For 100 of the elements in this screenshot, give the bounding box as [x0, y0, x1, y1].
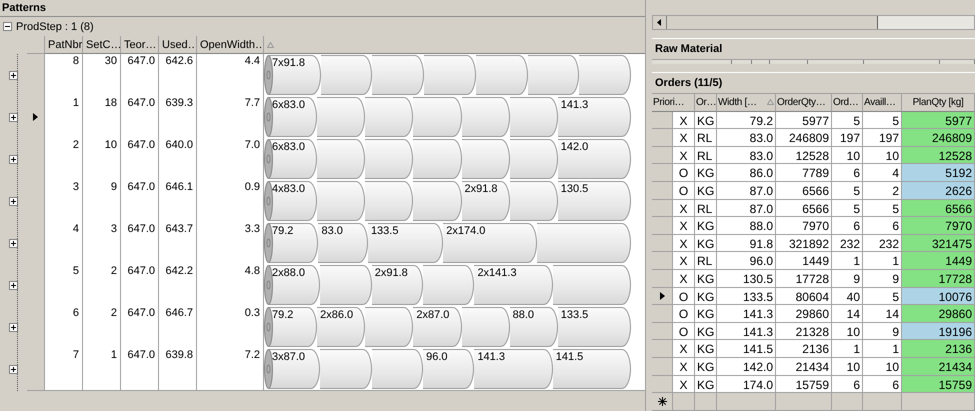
table-cell: X [673, 376, 695, 394]
table-cell: 7.7 [197, 96, 264, 139]
table-cell: O [673, 182, 695, 200]
column-header[interactable]: Availl… [863, 94, 902, 112]
table-cell: 83.0 [717, 146, 776, 164]
table-cell: 86.0 [717, 164, 776, 182]
table-cell: 5 [863, 200, 902, 218]
table-cell: 5 [45, 264, 83, 307]
table-cell: 4 [45, 222, 83, 265]
column-header[interactable]: Or… [695, 94, 717, 112]
roll-core-icon [264, 139, 273, 179]
table-cell: 10 [863, 146, 902, 164]
table-cell: KG [695, 358, 717, 376]
expand-icon[interactable] [9, 71, 18, 80]
table-cell: 10 [832, 322, 863, 340]
table-cell: 647.0 [121, 306, 159, 349]
expand-icon[interactable] [9, 197, 18, 206]
expand-icon[interactable] [9, 239, 18, 248]
table-cell: O [673, 164, 695, 182]
table-cell: 30 [83, 54, 121, 97]
table-cell: 647.0 [121, 96, 159, 139]
expand-icon[interactable] [9, 155, 18, 164]
table-cell: O [673, 322, 695, 340]
table-cell: 15759 [902, 376, 975, 394]
column-header[interactable]: OrderQty… [776, 94, 832, 112]
row-header[interactable] [652, 288, 673, 306]
table-cell: KG [695, 340, 717, 358]
column-header[interactable]: Ord… [832, 94, 863, 112]
table-cell: 5 [863, 112, 902, 130]
table-cell: X [673, 217, 695, 235]
column-header[interactable]: PatNbr [45, 36, 83, 54]
expand-icon[interactable] [9, 281, 18, 290]
table-cell: 87.0 [717, 182, 776, 200]
table-cell: 21434 [902, 358, 975, 376]
section-title: Orders (11/5) [652, 72, 975, 94]
table-cell: 3 [45, 180, 83, 223]
column-header[interactable]: OpenWidth… [197, 36, 264, 54]
table-cell: 5 [863, 288, 902, 306]
paper-roll: 79.2 [269, 223, 318, 263]
new-row-cell[interactable] [695, 393, 717, 411]
table-cell: 647.0 [121, 222, 159, 265]
group-label: ProdStep : 1 (8) [16, 20, 94, 32]
table-cell: 10 [832, 358, 863, 376]
table-cell: 6 [832, 217, 863, 235]
table-cell: 6566 [776, 182, 832, 200]
table-cell: 2136 [902, 340, 975, 358]
table-cell: KG [695, 164, 717, 182]
table-cell: O [673, 305, 695, 323]
table-cell: X [673, 129, 695, 147]
paper-roll: 2x87.0 [413, 307, 462, 347]
paper-roll: 141.3 [558, 97, 631, 137]
paper-roll: 141.3 [474, 349, 553, 389]
table-cell: 21328 [776, 322, 832, 340]
table-cell: 6 [45, 306, 83, 349]
table-cell: 12528 [776, 146, 832, 164]
column-header[interactable]: Priori… [652, 94, 695, 112]
table-cell: 2 [863, 182, 902, 200]
roll-core-icon [264, 55, 273, 95]
horizontal-scrollbar[interactable] [652, 15, 975, 30]
expand-icon[interactable] [9, 365, 18, 374]
table-cell: 643.7 [159, 222, 197, 265]
table-cell: X [673, 270, 695, 288]
new-row-cell[interactable] [717, 393, 776, 411]
table-cell: KG [695, 270, 717, 288]
column-header[interactable]: Width [… [717, 94, 776, 112]
column-header[interactable]: Used… [159, 36, 197, 54]
panel-title: Patterns [0, 0, 645, 17]
table-cell: 2 [83, 306, 121, 349]
table-cell: 9 [863, 322, 902, 340]
new-row-cell[interactable] [776, 393, 832, 411]
table-cell: 80604 [776, 288, 832, 306]
paper-roll: 2x141.3 [474, 265, 553, 305]
scroll-thumb[interactable] [667, 16, 878, 29]
table-cell: O [673, 288, 695, 306]
table-cell: 88.0 [717, 217, 776, 235]
table-cell: 4.8 [197, 264, 264, 307]
table-cell: 7.0 [197, 138, 264, 181]
column-header[interactable]: SetC… [83, 36, 121, 54]
table-cell: 321475 [902, 234, 975, 252]
scroll-left-icon[interactable] [653, 16, 667, 29]
new-row-cell[interactable] [832, 393, 863, 411]
table-cell: 639.3 [159, 96, 197, 139]
table-cell: 197 [832, 129, 863, 147]
new-row-cell[interactable] [902, 393, 975, 411]
table-cell: 10 [863, 358, 902, 376]
table-cell: 141.3 [717, 305, 776, 323]
new-row-icon [658, 397, 666, 406]
table-cell: 6566 [902, 200, 975, 218]
table-cell: 130.5 [717, 270, 776, 288]
expand-icon[interactable] [9, 113, 18, 122]
paper-roll: 83.0 [318, 223, 368, 263]
collapse-icon[interactable] [3, 22, 12, 31]
new-row-cell[interactable] [673, 393, 695, 411]
table-cell: KG [695, 217, 717, 235]
new-row-cell[interactable] [863, 393, 902, 411]
column-header[interactable]: Teor… [121, 36, 159, 54]
expand-icon[interactable] [9, 323, 18, 332]
column-header[interactable]: PlanQty [kg] [902, 94, 975, 112]
roll-core-icon [264, 349, 273, 389]
table-cell: 9 [863, 270, 902, 288]
